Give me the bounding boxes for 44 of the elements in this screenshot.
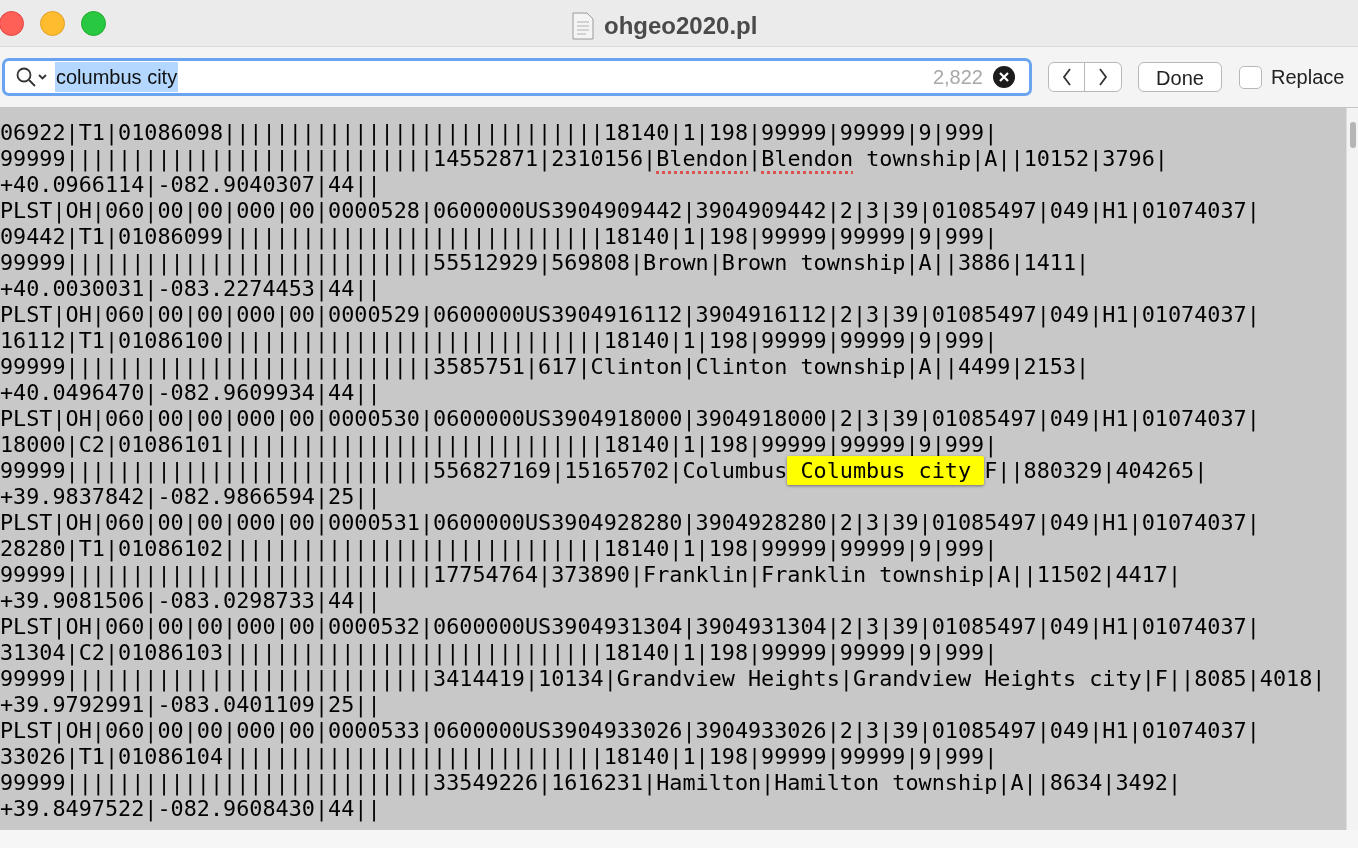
text-line: +39.8497522|-082.9608430|44|| (0, 796, 381, 822)
text-line: PLST|OH|060|00|00|000|00|0000531|0600000US3904928280|3904928280|2|3|39|01085497|049|H1|01074037| (0, 510, 1260, 536)
text-line: 31304|C2|01086103|||||||||||||||||||||||||||||18140|1|198|99999|99999|9|999| (0, 640, 998, 666)
text-line: PLST|OH|060|00|00|000|00|0000533|0600000US3904933026|3904933026|2|3|39|01085497|049|H1|01074037| (0, 718, 1260, 744)
text-line: +40.0496470|-082.9609934|44|| (0, 380, 381, 406)
scroll-thumb[interactable] (1349, 122, 1356, 148)
scrollbar[interactable] (1346, 108, 1358, 830)
chevron-right-icon (1098, 68, 1108, 86)
search-query: columbus city (55, 62, 179, 92)
chevron-left-icon (1061, 68, 1072, 86)
text-line: 28280|T1|01086102|||||||||||||||||||||||||||||18140|1|198|99999|99999|9|999| (0, 536, 998, 562)
text-line: 99999||||||||||||||||||||||||||||17754764|373890|Franklin|Franklin township|A||11502|4417| (0, 562, 1182, 588)
text-line: 16112|T1|01086100|||||||||||||||||||||||||||||18140|1|198|99999|99999|9|999| (0, 328, 998, 354)
text-line: +39.9837842|-082.9866594|25|| (0, 484, 381, 510)
text-line: 99999||||||||||||||||||||||||||||3585751|617|Clinton|Clinton township|A||4499|2153| (0, 354, 1090, 380)
window-title: ohgeo2020.pl (604, 11, 758, 41)
text-line: PLST|OH|060|00|00|000|00|0000529|0600000US3904916112|3904916112|2|3|39|01085497|049|H1|01074037| (0, 302, 1260, 328)
text-line: +40.0966114|-082.9040307|44|| (0, 172, 381, 198)
text-line: 99999||||||||||||||||||||||||||||14552871|2310156|Blendon|Blendon township|A||10152|3796| (0, 146, 1168, 172)
document-icon (572, 12, 594, 40)
text-line: 09442|T1|01086099|||||||||||||||||||||||||||||18140|1|198|99999|99999|9|999| (0, 224, 998, 250)
search-field[interactable]: columbus city 2,822 (2, 58, 1032, 96)
text-line: +40.0030031|-083.2274453|44|| (0, 276, 381, 302)
text-line: PLST|OH|060|00|00|000|00|0000528|0600000US3904909442|3904909442|2|3|39|01085497|049|H1|01074037| (0, 198, 1260, 224)
close-window-button[interactable] (0, 10, 24, 36)
text-line: 99999||||||||||||||||||||||||||||3414419|10134|Grandview Heights|Grandview Heights city|F||8085|4018| (0, 666, 1326, 692)
text-line: 99999||||||||||||||||||||||||||||55512929|569808|Brown|Brown township|A||3886|1411| (0, 250, 1090, 276)
match-count: 2,822 (932, 65, 983, 90)
text-line: 18000|C2|01086101|||||||||||||||||||||||||||||18140|1|198|99999|99999|9|999| (0, 432, 998, 458)
text-line: PLST|OH|060|00|00|000|00|0000532|0600000US3904931304|3904931304|2|3|39|01085497|049|H1|01074037| (0, 614, 1260, 640)
clear-search-icon[interactable] (993, 66, 1015, 88)
zoom-window-button[interactable] (81, 10, 106, 36)
replace-label: Replace (1271, 65, 1345, 90)
done-button[interactable]: Done (1138, 62, 1222, 92)
search-icon[interactable] (15, 66, 49, 88)
minimize-window-button[interactable] (40, 10, 65, 36)
text-line: 99999||||||||||||||||||||||||||||33549226|1616231|Hamilton|Hamilton township|A||8634|3492| (0, 770, 1182, 796)
text-line: 33026|T1|01086104|||||||||||||||||||||||||||||18140|1|198|99999|99999|9|999| (0, 744, 998, 770)
text-line: +39.9792991|-083.0401109|25|| (0, 692, 381, 718)
text-line: +39.9081506|-083.0298733|44|| (0, 588, 381, 614)
text-line: 06922|T1|01086098|||||||||||||||||||||||||||||18140|1|198|99999|99999|9|999| (0, 120, 998, 146)
text-line: 99999||||||||||||||||||||||||||||556827169|15165702|Columbus Columbus city F||880329|404265| (0, 458, 1208, 484)
text-line: PLST|OH|060|00|00|000|00|0000530|0600000US3904918000|3904918000|2|3|39|01085497|049|H1|01074037| (0, 406, 1260, 432)
replace-checkbox[interactable] (1239, 65, 1262, 89)
